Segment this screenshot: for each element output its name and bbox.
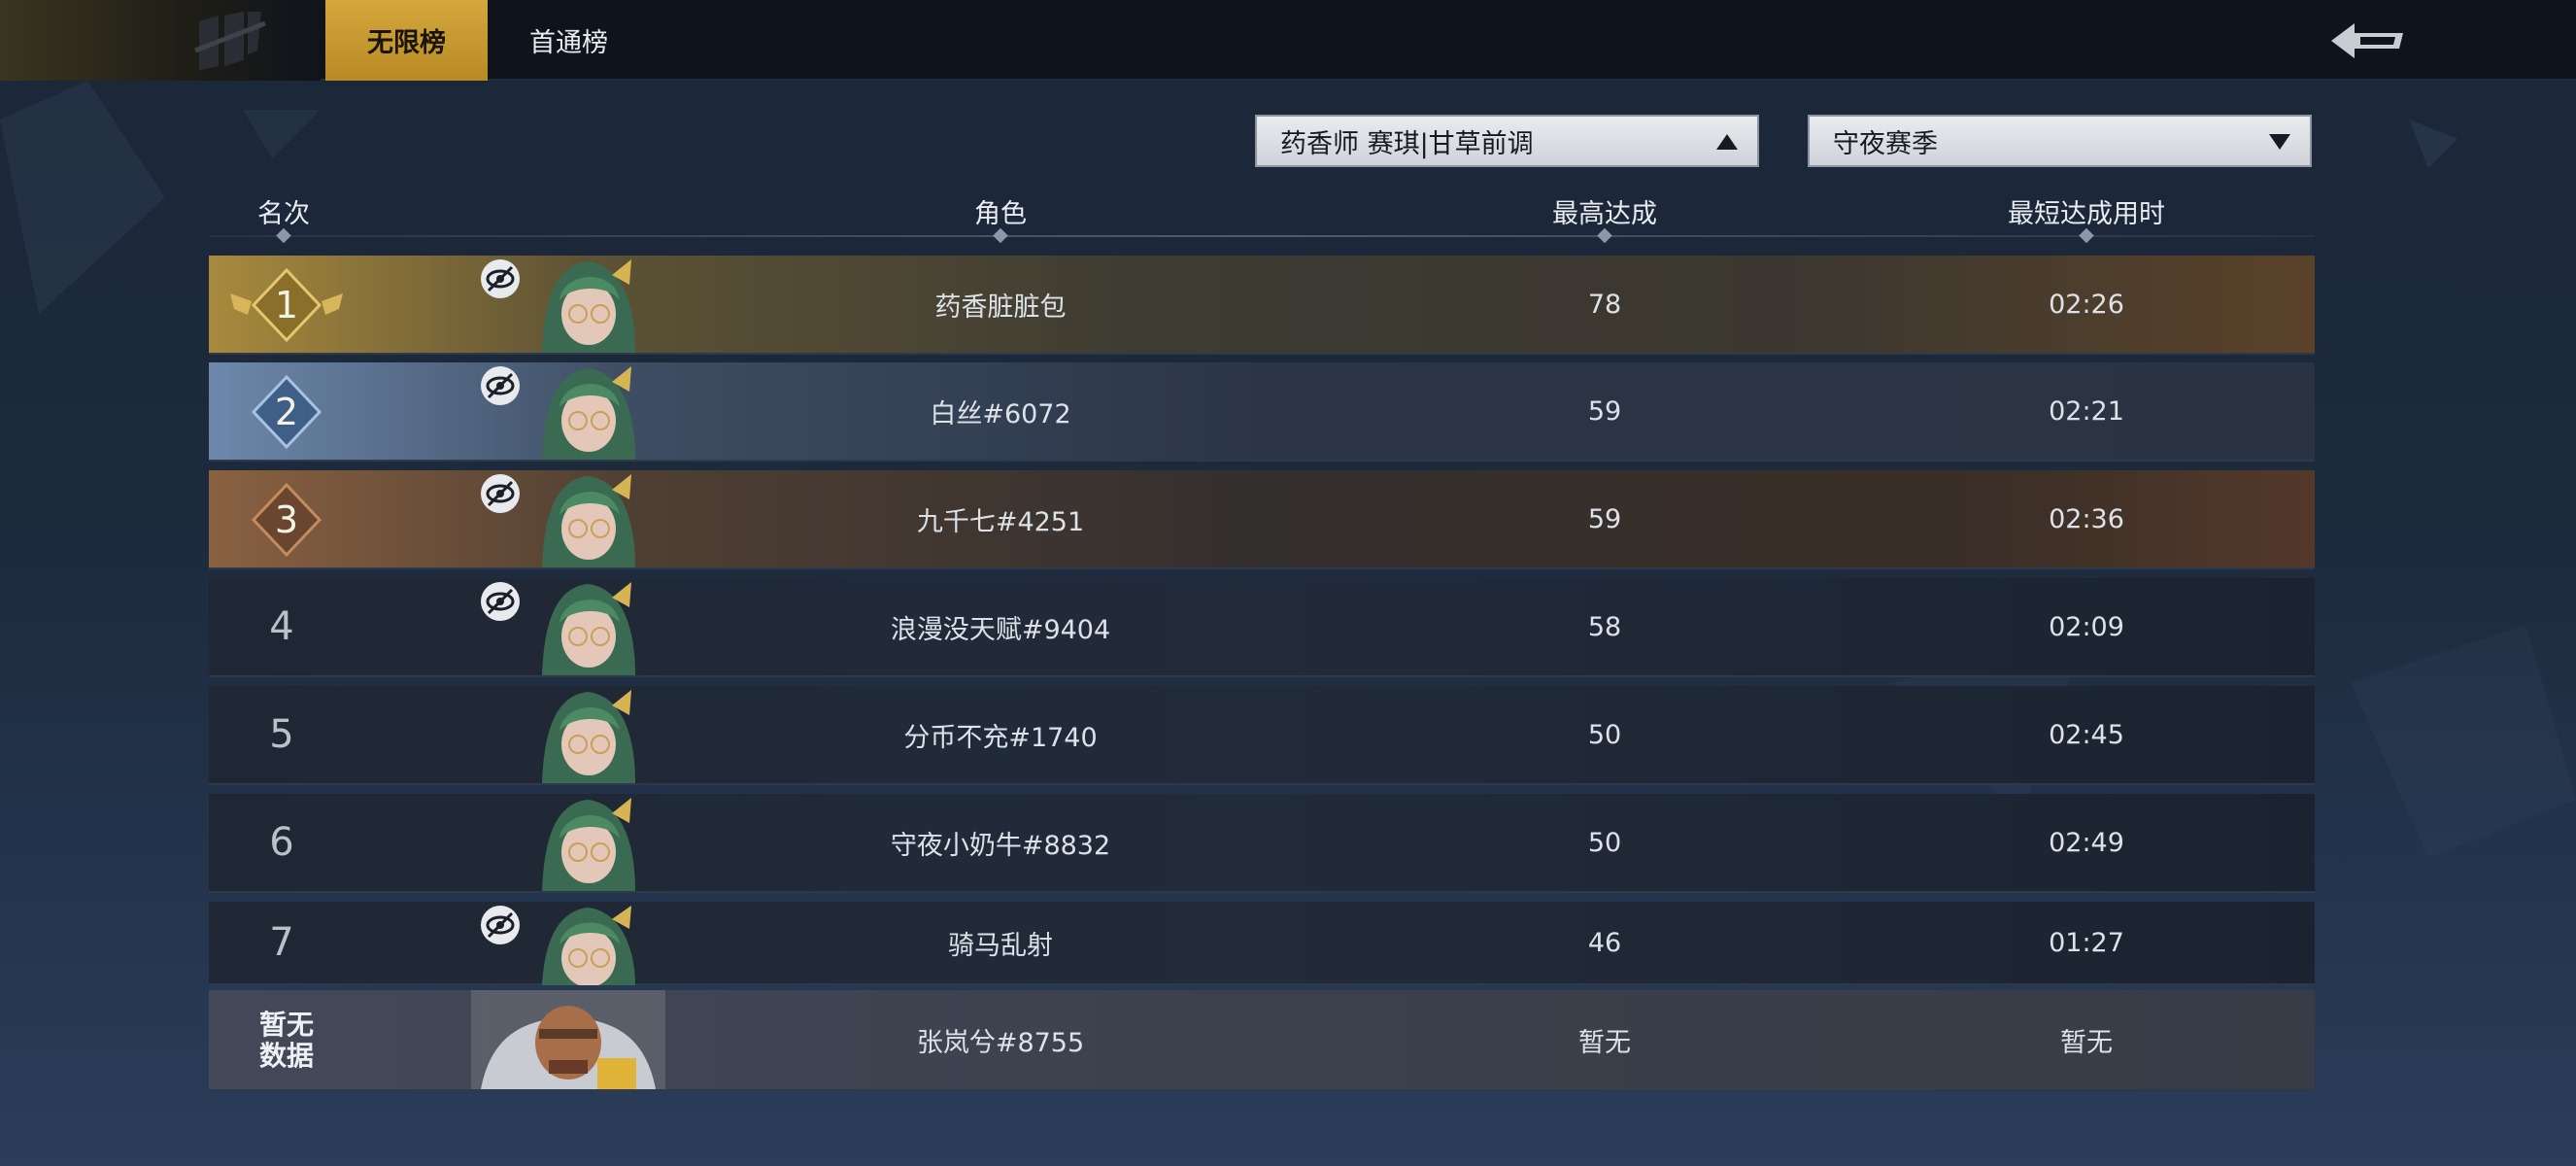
triangle-down-icon <box>2269 134 2290 150</box>
eye-hidden-icon <box>481 582 520 621</box>
best-result: 50 <box>1587 719 1622 750</box>
leaderboard-row[interactable]: 3 九千七#4251 59 02:36 <box>209 470 2315 569</box>
fastest-time: 02:49 <box>2049 827 2124 858</box>
fastest-time: 02:21 <box>2049 395 2124 427</box>
top-bar: 无限榜 首通榜 <box>0 0 2576 81</box>
eye-hidden-icon <box>481 906 520 944</box>
player-name: 九千七#4251 <box>916 506 1085 537</box>
character-avatar <box>542 366 635 460</box>
best-result: 46 <box>1587 927 1622 958</box>
self-row[interactable]: 暂无 数据 张岚兮#8755 暂无 暂无 <box>209 990 2315 1091</box>
self-rank-line2: 数据 <box>258 1040 314 1072</box>
rank-number: 2 <box>274 391 299 433</box>
eye-hidden-icon <box>481 366 520 405</box>
character-avatar <box>542 798 635 891</box>
column-header-rank: 名次 <box>257 199 310 229</box>
top-bar-accent <box>0 0 321 81</box>
tab-infinite-leaderboard[interactable]: 无限榜 <box>325 0 488 81</box>
character-avatar <box>542 582 635 675</box>
season-filter-dropdown[interactable]: 守夜赛季 <box>1808 115 2312 167</box>
player-name: 药香脏脏包 <box>934 292 1067 323</box>
column-header-fastest: 最短达成用时 <box>2008 199 2165 229</box>
player-name: 守夜小奶牛#8832 <box>890 830 1111 861</box>
player-name: 分币不充#1740 <box>903 722 1098 753</box>
character-avatar <box>542 906 635 985</box>
tab-first-clear-leaderboard[interactable]: 首通榜 <box>488 0 650 81</box>
rank-number: 4 <box>269 604 294 649</box>
best-result: 暂无 <box>1578 1027 1631 1058</box>
rank-number: 1 <box>274 284 299 326</box>
character-avatar <box>542 259 635 353</box>
self-rank: 暂无 数据 <box>248 1010 325 1072</box>
leaderboard-row[interactable]: 6 守夜小奶牛#8832 50 02:49 <box>209 794 2315 893</box>
player-name: 骑马乱射 <box>948 930 1053 961</box>
leaderboard-row[interactable]: 1 药香脏脏包 78 02:26 <box>209 256 2315 355</box>
leaderboard-row[interactable]: 7 骑马乱射 46 01:27 <box>209 902 2315 985</box>
season-filter-value: 守夜赛季 <box>1833 128 1938 159</box>
fastest-time: 02:09 <box>2049 611 2124 642</box>
column-header-character: 角色 <box>974 199 1027 229</box>
leaderboard-row[interactable]: 5 分币不充#1740 50 02:45 <box>209 686 2315 785</box>
self-rank-line1: 暂无 <box>258 1009 314 1041</box>
game-logo-icon <box>194 12 266 70</box>
fastest-time: 暂无 <box>2060 1027 2113 1058</box>
header-divider <box>209 235 2315 237</box>
eye-hidden-icon <box>481 259 520 298</box>
leaderboard-row[interactable]: 4 浪漫没天赋#9404 58 02:09 <box>209 578 2315 677</box>
best-result: 50 <box>1587 827 1622 858</box>
rank-number: 5 <box>269 712 294 757</box>
rank-number: 7 <box>269 920 294 965</box>
character-avatar <box>542 690 635 783</box>
rank-number: 6 <box>269 820 294 865</box>
player-name: 白丝#6072 <box>930 398 1071 429</box>
character-filter-value: 药香师 赛琪|甘草前调 <box>1280 128 1534 159</box>
leaderboard-row[interactable]: 2 白丝#6072 59 02:21 <box>209 362 2315 462</box>
eye-hidden-icon <box>481 474 520 513</box>
back-arrow-icon[interactable] <box>2331 19 2403 62</box>
player-name: 浪漫没天赋#9404 <box>890 614 1111 645</box>
best-result: 78 <box>1587 289 1622 320</box>
best-result: 58 <box>1587 611 1622 642</box>
column-header-best: 最高达成 <box>1552 199 1657 229</box>
self-character-avatar <box>471 990 665 1089</box>
fastest-time: 02:26 <box>2049 289 2124 320</box>
fastest-time: 02:45 <box>2049 719 2124 750</box>
player-name: 张岚兮#8755 <box>916 1027 1085 1058</box>
character-filter-dropdown[interactable]: 药香师 赛琪|甘草前调 <box>1255 115 1759 167</box>
character-avatar <box>542 474 635 567</box>
triangle-up-icon <box>1716 134 1738 150</box>
best-result: 59 <box>1587 395 1622 427</box>
fastest-time: 01:27 <box>2049 927 2124 958</box>
best-result: 59 <box>1587 503 1622 534</box>
rank-number: 3 <box>274 498 299 541</box>
fastest-time: 02:36 <box>2049 503 2124 534</box>
